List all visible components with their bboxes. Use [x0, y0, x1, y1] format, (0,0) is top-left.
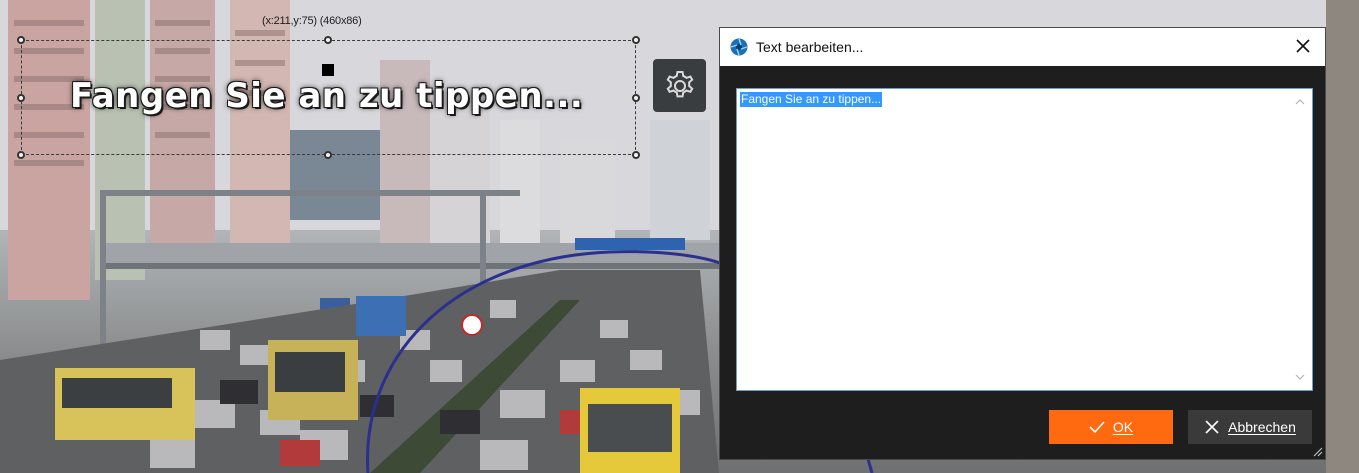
close-icon[interactable]	[1293, 36, 1313, 56]
resize-handle-bottom-middle[interactable]	[324, 151, 332, 159]
checkmark-icon	[1089, 421, 1105, 434]
resize-handle-top-left[interactable]	[17, 36, 25, 44]
resize-grip-icon[interactable]	[1311, 445, 1323, 457]
ok-button-label: OK	[1112, 419, 1134, 435]
editor-selected-text[interactable]: Fangen Sie an zu tippen...	[740, 92, 883, 107]
cross-icon	[1205, 420, 1219, 434]
dialog-title: Text bearbeiten...	[756, 39, 864, 55]
dialog-titlebar[interactable]: Text bearbeiten...	[720, 28, 1325, 66]
resize-handle-top-middle[interactable]	[324, 36, 332, 44]
aperture-icon	[730, 38, 748, 56]
resize-handle-middle-right[interactable]	[632, 94, 640, 102]
resize-handle-bottom-left[interactable]	[17, 151, 25, 159]
move-handle[interactable]	[322, 64, 334, 76]
coordinates-label: (x:211,y:75) (460x86)	[262, 15, 362, 27]
ok-button[interactable]: OK	[1049, 410, 1173, 444]
gear-icon	[666, 70, 693, 97]
edit-text-dialog: Text bearbeiten... Fangen Sie an zu tipp…	[719, 27, 1326, 460]
resize-handle-top-right[interactable]	[632, 36, 640, 44]
resize-handle-bottom-right[interactable]	[632, 151, 640, 159]
cancel-button[interactable]: Abbrechen	[1188, 410, 1312, 444]
resize-handle-middle-left[interactable]	[17, 94, 25, 102]
scroll-up-arrow-icon[interactable]	[1295, 97, 1305, 107]
text-settings-button[interactable]	[653, 59, 706, 112]
scroll-down-arrow-icon[interactable]	[1295, 372, 1305, 382]
text-editor-area[interactable]: Fangen Sie an zu tippen...	[736, 88, 1313, 391]
cancel-button-label: Abbrechen	[1228, 419, 1296, 435]
canvas-text-object[interactable]: Fangen Sie an zu tippen...	[70, 76, 583, 116]
